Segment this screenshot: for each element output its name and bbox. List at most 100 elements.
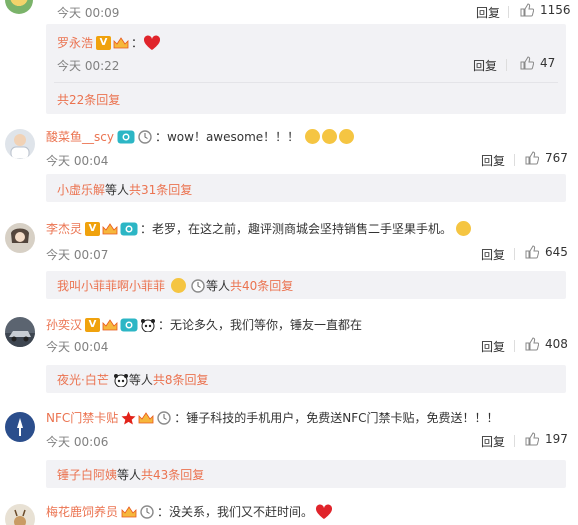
reply-button[interactable]: 回复 (481, 246, 505, 263)
replies-summary-line: 小虚乐解 等人 共31条回复 (57, 181, 192, 198)
watch-icon (157, 410, 171, 425)
like-button[interactable]: 767 (525, 151, 568, 165)
summary-text: 等人 (206, 279, 231, 293)
comment-thread: 今天 00:09 回复 1156 罗永浩 V ： 今天 00:22 回复 47 … (0, 0, 578, 525)
thumb-up-icon (525, 432, 539, 446)
like-button[interactable]: 1156 (520, 3, 571, 17)
colon: ： (131, 36, 144, 50)
avatar[interactable] (5, 504, 35, 525)
reply-button[interactable]: 回复 (481, 152, 505, 169)
more-replies-link[interactable]: 共22条回复 (57, 91, 120, 108)
thumb-up-icon (520, 56, 534, 70)
reply-username[interactable]: 罗永浩 (57, 34, 93, 51)
replies-summary: 夜光·白芒 等人 共8条回复 (46, 365, 566, 393)
comment-text: 老罗，在这之前，趣评测商城会坚持销售二手坚果手机。 (152, 222, 453, 236)
watch-icon (191, 278, 205, 293)
divider (514, 340, 515, 352)
comment-line: 酸菜鱼__scy ： wow！awesome！！！ (46, 128, 355, 145)
avatar[interactable] (5, 223, 35, 253)
more-replies-link[interactable]: 共8条回复 (153, 371, 209, 388)
crown-icon (102, 318, 118, 330)
crown-icon (102, 222, 118, 234)
emoji-icon (305, 129, 321, 144)
verified-v-icon: V (96, 35, 112, 50)
thumb-up-icon (525, 337, 539, 351)
comment-row: 梅花鹿饲养员 ： 没关系，我们又不赶时间。 (0, 496, 578, 525)
sunglasses-emoji-icon (171, 278, 187, 293)
comment-time: 今天 00:04 (46, 154, 109, 168)
colon: ： (154, 130, 167, 144)
colon: ： (174, 411, 187, 425)
avatar[interactable] (5, 412, 35, 442)
like-button[interactable]: 645 (525, 245, 568, 259)
reply-button[interactable]: 回复 (481, 433, 505, 450)
comment-line: 梅花鹿饲养员 ： 没关系，我们又不赶时间。 (46, 503, 333, 520)
avatar[interactable] (5, 129, 35, 159)
comment-username[interactable]: 李杰灵 (46, 220, 82, 237)
divider (514, 248, 515, 260)
comment-row: NFC门禁卡贴 ： 锤子科技的手机用户，免费送NFC门禁卡贴，免费送！！！ 今天… (0, 402, 578, 490)
comment-text: wow！awesome！！！ (166, 130, 300, 144)
summary-text: 等人 (117, 468, 142, 482)
replies-summary-line: 锤子白阿姨 等人 共43条回复 (57, 466, 204, 483)
comment-username[interactable]: 酸菜鱼__scy (46, 128, 114, 145)
divider (54, 82, 558, 83)
comment-time: 今天 00:06 (46, 435, 109, 449)
reply-username[interactable]: 我叫小菲菲啊小菲菲 (57, 277, 165, 294)
avatar[interactable] (5, 0, 33, 14)
colon: ： (158, 318, 171, 332)
reply-box: 罗永浩 V ： 今天 00:22 回复 47 共22条回复 (46, 24, 566, 114)
panda-icon (141, 318, 156, 332)
reply-button[interactable]: 回复 (473, 57, 497, 74)
divider (508, 6, 509, 18)
like-button[interactable]: 197 (525, 432, 568, 446)
like-button[interactable]: 408 (525, 337, 568, 351)
panda-icon (113, 373, 128, 387)
like-count: 47 (540, 56, 556, 70)
like-count: 408 (545, 337, 568, 351)
replies-summary-line: 我叫小菲菲啊小菲菲 等人 共40条回复 (57, 277, 293, 294)
verified-v-icon: V (85, 317, 101, 332)
thumb-up-icon (525, 245, 539, 259)
like-button[interactable]: 47 (520, 56, 555, 70)
comment-time: 今天 00:07 (46, 248, 109, 262)
comment-username[interactable]: 梅花鹿饲养员 (46, 503, 118, 520)
reply-button[interactable]: 回复 (476, 4, 500, 21)
replies-summary-line: 夜光·白芒 等人 共8条回复 (57, 371, 208, 388)
emoji-icon (322, 129, 338, 144)
reply-username[interactable]: 夜光·白芒 (57, 371, 109, 388)
reply-username[interactable]: 小虚乐解 (57, 181, 105, 198)
comment-line: NFC门禁卡贴 ： 锤子科技的手机用户，免费送NFC门禁卡贴，免费送！！！ (46, 409, 499, 426)
divider (514, 154, 515, 166)
reply-time: 今天 00:22 (57, 59, 120, 73)
emoji-icon (339, 129, 355, 144)
colon: ： (140, 222, 153, 236)
reply-username[interactable]: 锤子白阿姨 (57, 466, 117, 483)
comment-row: 李杰灵 V ： 老罗，在这之前，趣评测商城会坚持销售二手坚果手机。 今天 00:… (0, 213, 578, 301)
comment-username[interactable]: 孙奕汉 (46, 316, 82, 333)
comment-text: 无论多久，我们等你，锤友一直都在 (170, 318, 363, 332)
thumb-up-icon (520, 3, 534, 17)
comment-text: 没关系，我们又不赶时间。 (169, 505, 314, 519)
replies-summary: 锤子白阿姨 等人 共43条回复 (46, 460, 566, 488)
reply-line: 罗永浩 V ： (57, 34, 161, 51)
comment-time: 今天 00:09 (57, 6, 120, 20)
like-count: 1156 (540, 3, 571, 17)
replies-summary: 我叫小菲菲啊小菲菲 等人 共40条回复 (46, 271, 566, 299)
crown-icon (138, 411, 154, 423)
reply-button[interactable]: 回复 (481, 338, 505, 355)
more-replies-link[interactable]: 共40条回复 (230, 277, 293, 294)
heart-icon (144, 34, 161, 50)
like-count: 767 (545, 151, 568, 165)
comment-row: 孙奕汉 V ： 无论多久，我们等你，锤友一直都在 今天 00:04 回复 408… (0, 309, 578, 397)
camera-icon (117, 130, 135, 143)
more-replies-link[interactable]: 共43条回复 (141, 466, 204, 483)
heart-icon (316, 503, 333, 519)
comment-line: 孙奕汉 V ： 无论多久，我们等你，锤友一直都在 (46, 316, 362, 333)
colon: ： (157, 505, 170, 519)
avatar[interactable] (5, 317, 35, 347)
like-count: 197 (545, 432, 568, 446)
more-replies-link[interactable]: 共31条回复 (129, 181, 192, 198)
comment-time: 今天 00:04 (46, 340, 109, 354)
comment-username[interactable]: NFC门禁卡贴 (46, 409, 118, 426)
